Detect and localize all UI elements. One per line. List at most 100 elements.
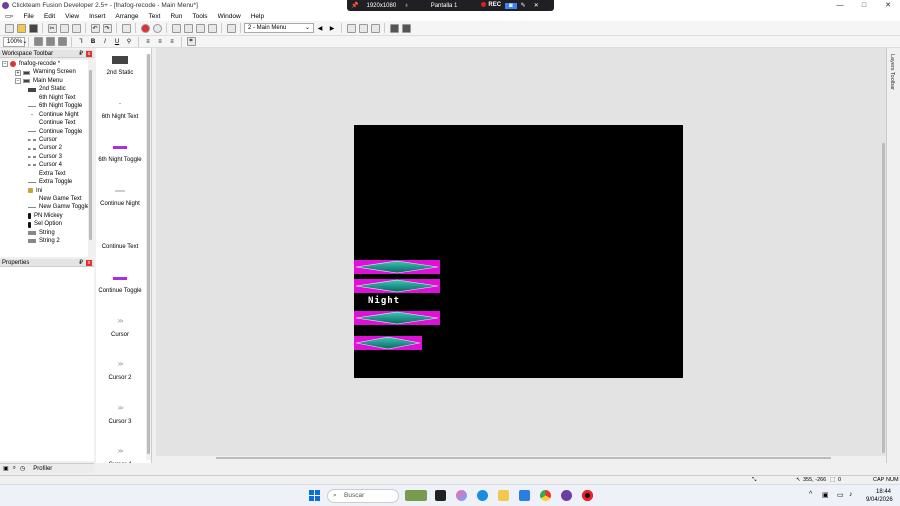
object-list-item[interactable]: Continue Toggle [96, 271, 144, 294]
store-icon[interactable] [519, 490, 530, 501]
underline-button[interactable]: U [113, 37, 122, 46]
object-list-item[interactable]: >> Cursor [96, 315, 144, 338]
screen-label[interactable]: Pantalla 1 [427, 3, 462, 9]
night-text-object[interactable]: Night [368, 296, 400, 306]
tree-item[interactable]: Cursor 2 [0, 144, 92, 152]
data-elements-icon[interactable] [226, 23, 236, 33]
extra-toggle[interactable] [354, 336, 422, 350]
tree-item[interactable]: Continue Night [0, 111, 92, 119]
next-frame-icon[interactable]: ▶ [328, 24, 337, 33]
undo-icon[interactable]: ↶ [90, 23, 100, 33]
tree-item[interactable]: Cursor 4 [0, 161, 92, 169]
view-mode-1-icon[interactable] [33, 37, 43, 46]
tray-chevron-icon[interactable]: ^ [809, 491, 812, 498]
chrome-icon[interactable] [540, 490, 551, 501]
workspace-scrollbar[interactable] [88, 60, 93, 257]
snap-icon[interactable] [401, 23, 411, 33]
6th-night-toggle[interactable] [354, 311, 440, 325]
minimize-button[interactable]: — [828, 0, 852, 11]
system-menu-icon[interactable]: ▭▫ [0, 12, 18, 20]
pin-icon[interactable]: ₽ [79, 259, 83, 266]
tree-item[interactable]: − fnafog-recode * [0, 60, 92, 68]
tree-item[interactable]: Continue Toggle [0, 128, 92, 136]
profiler-tab[interactable]: Profiler [33, 466, 52, 472]
zoom-selector[interactable]: 100% ⌄ [3, 36, 27, 47]
align-center-icon[interactable]: ≡ [156, 37, 165, 46]
menu-text[interactable]: Text [144, 13, 166, 20]
clock-time[interactable]: 18:44 [876, 489, 891, 495]
recorder-taskbar-icon[interactable] [582, 490, 593, 501]
tree-expander-icon[interactable]: − [15, 78, 21, 85]
object-list-item[interactable]: 6th Night Text [96, 97, 144, 120]
file-explorer-icon[interactable] [498, 490, 509, 501]
display-options-icon[interactable] [370, 23, 380, 33]
object-list-item[interactable]: 2nd Static [96, 53, 144, 76]
group-icon[interactable] [358, 23, 368, 33]
expand-icon[interactable]: ⌗ [186, 37, 196, 46]
tray-app-icon[interactable]: ▣ [822, 491, 829, 499]
font-icon[interactable]: Ꞁ [77, 37, 86, 46]
pin-icon[interactable]: ₽ [79, 50, 83, 57]
object-list-item[interactable]: 6th Night Toggle [96, 140, 144, 163]
align-right-icon[interactable]: ≡ [168, 37, 177, 46]
tree-expander-icon[interactable]: − [2, 61, 8, 68]
frame-canvas[interactable]: Night [354, 125, 683, 378]
event-editor-icon[interactable] [195, 23, 205, 33]
tree-item[interactable]: − Main Menu [0, 77, 92, 85]
text-color-icon[interactable]: ⚲ [125, 37, 134, 46]
pin-icon[interactable]: 📌 [347, 2, 362, 9]
clickteam-taskbar-icon[interactable] [561, 490, 572, 501]
widget-icon[interactable] [405, 490, 427, 501]
task-view-icon[interactable] [435, 490, 446, 501]
object-list-scrollbar[interactable] [146, 54, 151, 460]
tree-item[interactable]: Extra Toggle [0, 178, 92, 186]
copilot-icon[interactable] [456, 490, 467, 501]
clock-tab-icon[interactable]: ◷ [20, 465, 25, 472]
view-mode-3-icon[interactable] [57, 37, 67, 46]
object-list-item[interactable]: >> Cursor 4 [96, 445, 144, 463]
edge-icon[interactable] [477, 490, 488, 501]
taskbar-search[interactable]: ⌕ Buscar [327, 489, 399, 503]
object-list-item[interactable]: Continue Text [96, 227, 144, 250]
tree-item[interactable]: Cursor [0, 136, 92, 144]
tree-item[interactable]: 2nd Static [0, 85, 92, 93]
menu-window[interactable]: Window [213, 13, 246, 20]
workspace-tab-icon[interactable]: ▣ [3, 465, 9, 472]
storyboard-editor-icon[interactable] [171, 23, 181, 33]
menu-edit[interactable]: Edit [39, 13, 60, 20]
open-icon[interactable] [16, 23, 26, 33]
menu-run[interactable]: Run [165, 13, 187, 20]
tree-expander-icon[interactable]: + [15, 69, 21, 76]
menu-tools[interactable]: Tools [187, 13, 212, 20]
stop-icon[interactable] [152, 23, 162, 33]
mic-icon[interactable]: ♁ [400, 3, 413, 9]
editor-hscrollbar[interactable] [156, 456, 886, 461]
close-recorder-icon[interactable]: ✕ [530, 2, 543, 9]
object-list-item[interactable]: >> Cursor 3 [96, 402, 144, 425]
new-icon[interactable] [4, 23, 14, 33]
tree-item[interactable]: New Game Text [0, 195, 92, 203]
menu-file[interactable]: File [18, 13, 38, 20]
tree-item[interactable]: + Warning Screen [0, 68, 92, 76]
run-application-icon[interactable] [140, 23, 150, 33]
rec-button[interactable]: REC [477, 2, 505, 9]
italic-button[interactable]: I [101, 37, 110, 46]
tree-item[interactable]: PN Mickey [0, 212, 92, 220]
tree-item[interactable]: 6th Night Toggle [0, 102, 92, 110]
redo-icon[interactable]: ↷ [102, 23, 112, 33]
maximize-button[interactable]: □ [852, 0, 876, 11]
grid-icon[interactable] [389, 23, 399, 33]
align-icon[interactable] [346, 23, 356, 33]
clock-date[interactable]: 9/04/2026 [866, 497, 893, 503]
properties-icon[interactable] [121, 23, 131, 33]
frame-selector[interactable]: 2 - Main Menu ⌄ [244, 23, 314, 33]
tree-item[interactable]: 6th Night Text [0, 94, 92, 102]
camera-icon[interactable]: ◙ [505, 2, 517, 9]
close-icon[interactable]: x [86, 51, 92, 57]
properties-panel[interactable] [0, 267, 94, 461]
tree-item[interactable]: New Gamw Toggle [0, 203, 92, 211]
tree-item[interactable]: Sel Option [0, 220, 92, 228]
menu-insert[interactable]: Insert [84, 13, 110, 20]
menu-view[interactable]: View [60, 13, 84, 20]
object-list-item[interactable]: >> Cursor 2 [96, 358, 144, 381]
